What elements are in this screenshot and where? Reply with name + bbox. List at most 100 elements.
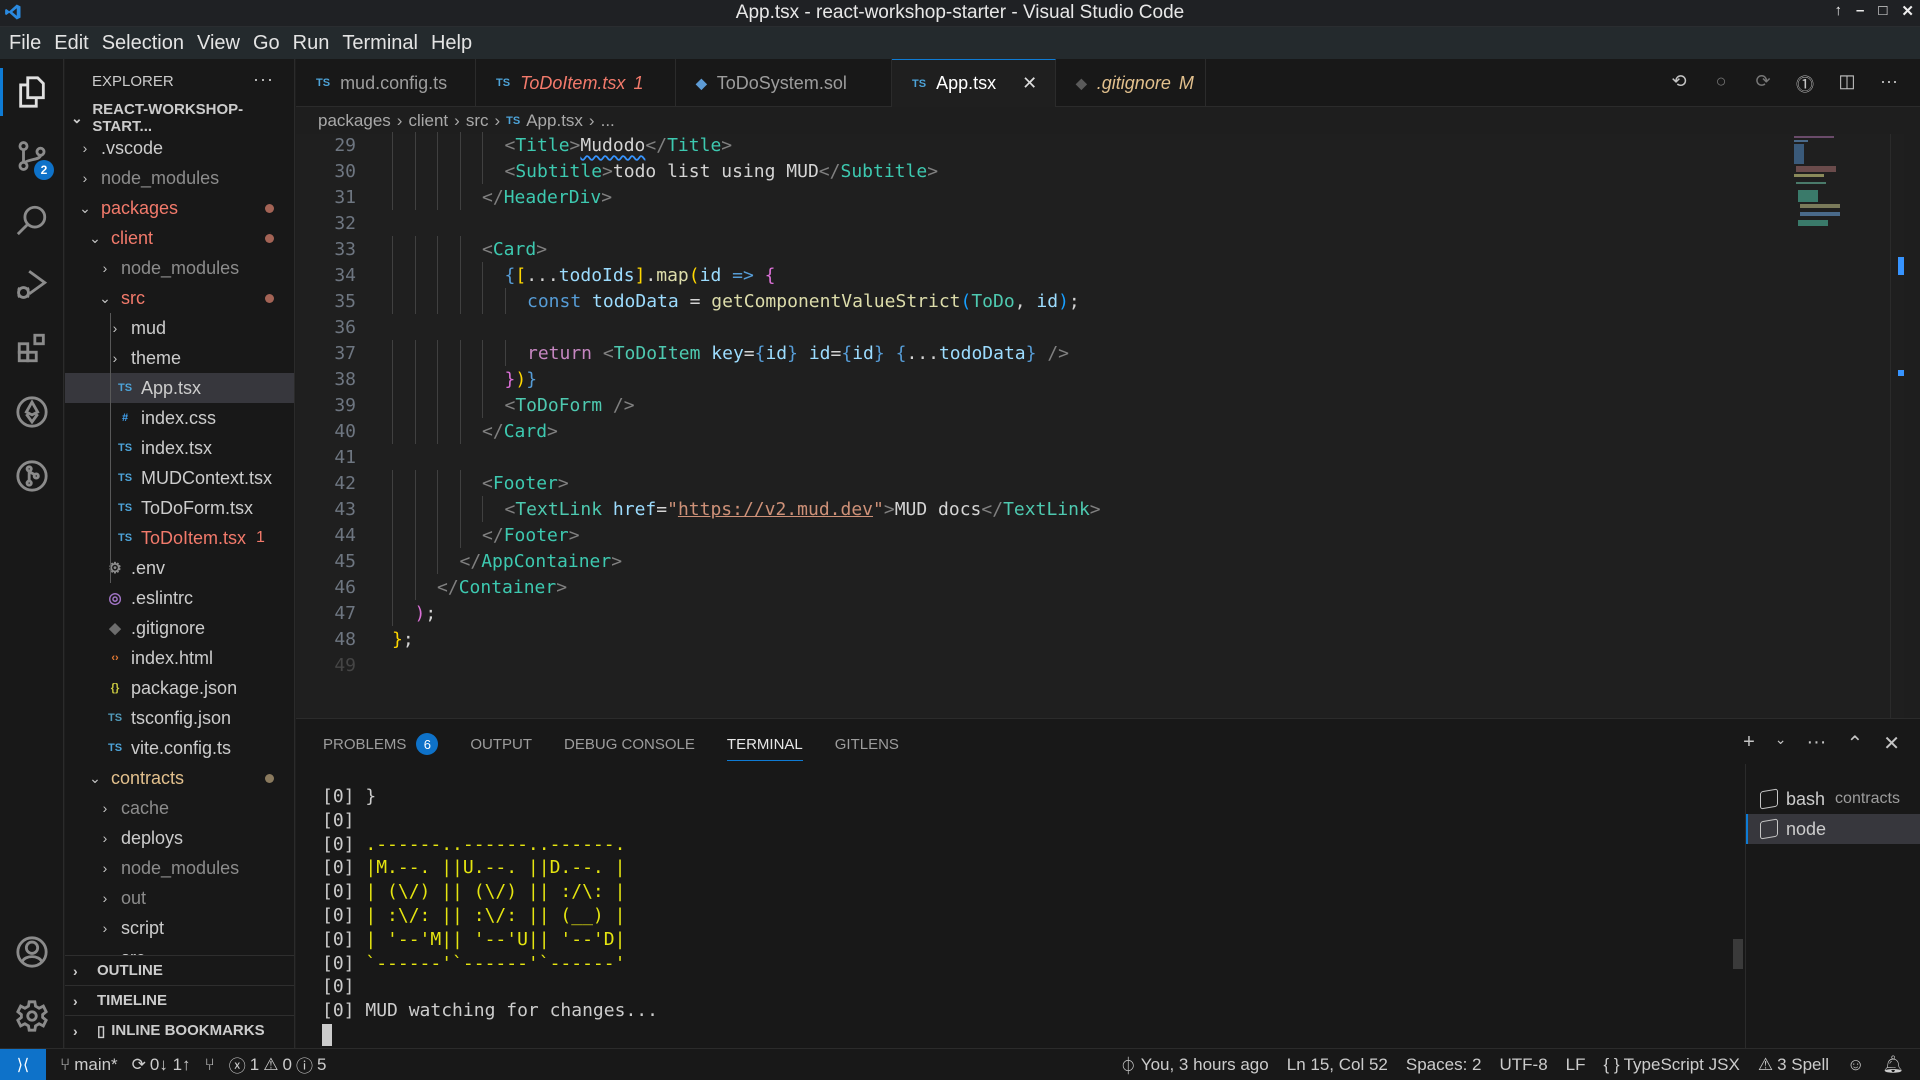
tree-item[interactable]: ⌄ src xyxy=(65,283,294,313)
menu-terminal[interactable]: Terminal xyxy=(340,32,427,55)
tree-item[interactable]: ⌄ contracts xyxy=(65,763,294,793)
activity-gitlens[interactable] xyxy=(0,448,64,504)
encoding[interactable]: UTF-8 xyxy=(1499,1055,1547,1075)
close-icon[interactable]: ✕ xyxy=(1022,73,1037,94)
more-actions-icon[interactable]: ··· xyxy=(1806,731,1826,756)
activity-extensions[interactable] xyxy=(0,320,64,376)
code-line[interactable]: 37 return <ToDoItem key={id} id={id} {...… xyxy=(296,340,1069,366)
branch-status[interactable]: ⑂ main* xyxy=(60,1055,118,1075)
code-line[interactable]: 48}; xyxy=(296,626,413,652)
tree-item[interactable]: › node_modules xyxy=(65,253,294,283)
menu-edit[interactable]: Edit xyxy=(52,32,97,55)
menu-go[interactable]: Go xyxy=(251,32,289,55)
activity-ethereum[interactable] xyxy=(0,384,64,440)
tree-item[interactable]: ◎ .eslintrc xyxy=(65,583,294,613)
activity-manage[interactable] xyxy=(0,988,64,1044)
tree-item[interactable]: TS ToDoItem.tsx 1 xyxy=(65,523,294,553)
more-actions-icon[interactable]: ··· xyxy=(253,69,274,90)
remote-indicator[interactable]: ⟩⟨ xyxy=(0,1048,46,1080)
close-icon[interactable]: ✕ xyxy=(1901,2,1914,20)
panel-tab-output[interactable]: OUTPUT xyxy=(470,719,532,769)
cursor-position[interactable]: Ln 15, Col 52 xyxy=(1287,1055,1388,1075)
terminal-instance[interactable]: node xyxy=(1746,814,1920,844)
code-line[interactable]: 47); xyxy=(296,600,436,626)
editor-scrollbar[interactable] xyxy=(1890,134,1904,718)
code-line[interactable]: 41 xyxy=(296,444,356,470)
code-line[interactable]: 34 {[...todoIds].map(id => { xyxy=(296,262,776,288)
menu-view[interactable]: View xyxy=(195,32,249,55)
go-forward-icon[interactable]: ⟳ xyxy=(1752,71,1774,97)
breadcrumb-item[interactable]: client xyxy=(408,111,448,131)
activity-source-control[interactable]: 2 xyxy=(0,128,64,184)
tab-todoitem-tsx[interactable]: TS ToDoItem.tsx 1 xyxy=(476,59,676,107)
tree-item[interactable]: ⌄ client xyxy=(65,223,294,253)
workspace-root[interactable]: ⌄ REACT-WORKSHOP-START... xyxy=(65,101,294,135)
code-line[interactable]: 36 xyxy=(296,314,356,340)
code-line[interactable]: 46 </Container> xyxy=(296,574,567,600)
code-line[interactable]: 45 </AppContainer> xyxy=(296,548,622,574)
tree-item[interactable]: › node_modules xyxy=(65,163,294,193)
breadcrumb-item[interactable]: App.tsx xyxy=(526,111,583,131)
breadcrumb-item[interactable]: src xyxy=(466,111,489,131)
gitlens-compare-icon[interactable]: ⓵ xyxy=(1794,71,1816,97)
section-inline-bookmarks[interactable]: › ▯ INLINE BOOKMARKS xyxy=(65,1015,294,1045)
code-line[interactable]: 39 <ToDoForm /> xyxy=(296,392,635,418)
tree-item[interactable]: TS tsconfig.json xyxy=(65,703,294,733)
code-line[interactable]: 38})} xyxy=(296,366,537,392)
menu-help[interactable]: Help xyxy=(429,32,481,55)
code-line[interactable]: 43 <TextLink href="https://v2.mud.dev">MU… xyxy=(296,496,1101,522)
tab-app-tsx[interactable]: TS App.tsx ✕ xyxy=(892,59,1056,107)
spell-status[interactable]: ⚠ 3 Spell xyxy=(1758,1055,1829,1075)
tree-item[interactable]: › out xyxy=(65,883,294,913)
terminal-scrollbar[interactable] xyxy=(1733,939,1743,969)
menu-run[interactable]: Run xyxy=(291,32,339,55)
code-line[interactable]: 32 xyxy=(296,210,356,236)
tree-item[interactable]: ‹› index.html xyxy=(65,643,294,673)
tree-item[interactable]: › script xyxy=(65,913,294,943)
new-terminal-icon[interactable]: + xyxy=(1743,731,1755,756)
end-of-line[interactable]: LF xyxy=(1566,1055,1586,1075)
panel-tab-gitlens[interactable]: GITLENS xyxy=(835,719,899,769)
close-panel-icon[interactable]: ✕ xyxy=(1883,731,1900,756)
tree-item[interactable]: ⌄ src xyxy=(65,943,294,956)
section-outline[interactable]: › OUTLINE xyxy=(65,955,294,985)
tab--gitignore[interactable]: ◆ .gitignore M xyxy=(1056,59,1206,107)
chevron-down-icon[interactable]: ⌄ xyxy=(1775,731,1787,756)
indentation[interactable]: Spaces: 2 xyxy=(1406,1055,1482,1075)
tree-item[interactable]: ⚙ .env xyxy=(65,553,294,583)
problems-status[interactable]: ⓧ 1 ⚠ 0 ⓘ 5 xyxy=(229,1052,327,1077)
menu-selection[interactable]: Selection xyxy=(100,32,193,55)
code-line[interactable]: 31 </HeaderDiv> xyxy=(296,184,612,210)
go-back-icon[interactable]: ⟲ xyxy=(1668,71,1690,97)
language-mode[interactable]: { } TypeScript JSX xyxy=(1604,1055,1740,1075)
tree-item[interactable]: › node_modules xyxy=(65,853,294,883)
code-line[interactable]: 49 xyxy=(296,652,356,678)
tab-mud-config-ts[interactable]: TS mud.config.ts xyxy=(296,59,476,107)
code-line[interactable]: 44 </Footer> xyxy=(296,522,580,548)
gitlens-status[interactable]: ⑂ xyxy=(205,1055,215,1075)
tree-item[interactable]: ◆ .gitignore xyxy=(65,613,294,643)
code-line[interactable]: 30 <Subtitle>todo list using MUD</Subtitl… xyxy=(296,158,938,184)
tree-item[interactable]: TS ToDoForm.tsx xyxy=(65,493,294,523)
tree-item[interactable]: TS MUDContext.tsx xyxy=(65,463,294,493)
section-timeline[interactable]: › TIMELINE xyxy=(65,985,294,1015)
activity-explorer[interactable] xyxy=(0,64,64,120)
activity-search[interactable] xyxy=(0,192,64,248)
tree-item[interactable]: TS index.tsx xyxy=(65,433,294,463)
terminal-output[interactable]: [0] } [0] [0] .------..------..------. [0]… xyxy=(322,785,658,1047)
code-line[interactable]: 33 <Card> xyxy=(296,236,547,262)
breadcrumb-item[interactable]: packages xyxy=(318,111,391,131)
tree-item[interactable]: TS vite.config.ts xyxy=(65,733,294,763)
minimize-icon[interactable]: – xyxy=(1856,2,1864,20)
tree-item[interactable]: › cache xyxy=(65,793,294,823)
code-line[interactable]: 42 <Footer> xyxy=(296,470,569,496)
tree-item[interactable]: ⌄ packages xyxy=(65,193,294,223)
sync-status[interactable]: ⟳ 0↓ 1↑ xyxy=(132,1055,191,1075)
tree-item[interactable]: TS App.tsx xyxy=(65,373,294,403)
tree-item[interactable]: › mud xyxy=(65,313,294,343)
tree-item[interactable]: › theme xyxy=(65,343,294,373)
panel-tab-terminal[interactable]: TERMINAL xyxy=(726,719,803,769)
tree-item[interactable]: › .vscode xyxy=(65,133,294,163)
tab-todosystem-sol[interactable]: ◆ ToDoSystem.sol xyxy=(676,59,892,107)
blame-status[interactable]: ⏀ You, 3 hours ago xyxy=(1120,1052,1269,1077)
